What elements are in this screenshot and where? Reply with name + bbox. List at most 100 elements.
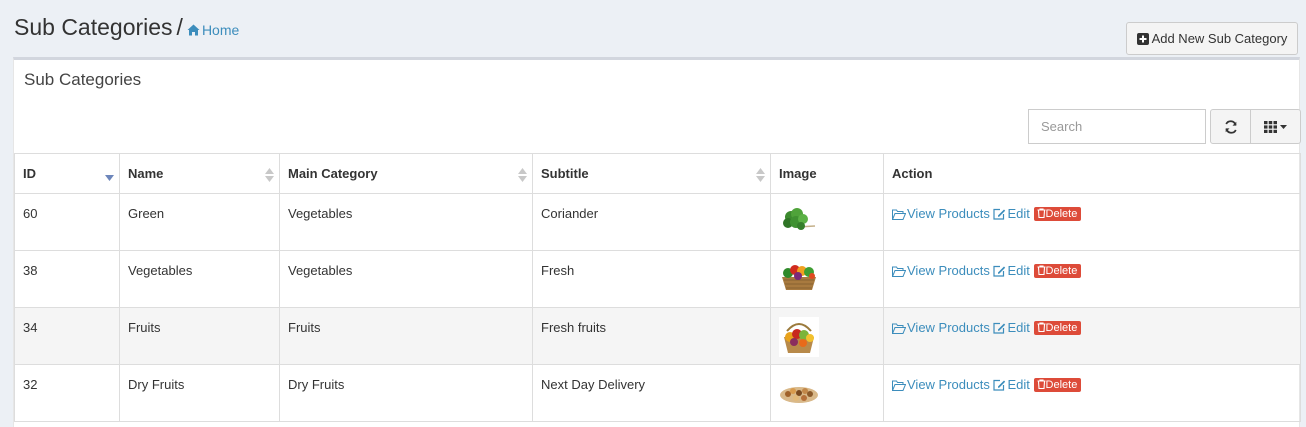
view-products-label: View Products [907,263,990,278]
add-sub-category-label: Add New Sub Category [1151,31,1288,46]
breadcrumb-home-label: Home [201,22,240,38]
view-products-label: View Products [907,206,990,221]
trash-icon [1037,322,1046,333]
cell-main-category: Vegetables [279,250,533,308]
column-header-main-category[interactable]: Main Category [279,153,533,194]
view-products-link[interactable]: View Products [891,206,990,221]
edit-label: Edit [1007,206,1030,221]
trash-icon [1037,208,1046,219]
sort-both-icon [756,168,765,182]
coriander-thumbnail [783,208,816,230]
cell-actions: View Products Edit Delete [883,364,1301,422]
cell-id: 60 [14,193,120,251]
cell-image [770,193,884,251]
column-header-label: Name [128,166,164,181]
edit-link[interactable]: Edit [993,320,1030,335]
cell-actions: View Products Edit Delete [883,307,1301,365]
view-products-label: View Products [907,377,990,392]
cell-subtitle: Coriander [532,193,771,251]
cell-image [770,250,884,308]
edit-label: Edit [1007,263,1030,278]
delete-label: Delete [1045,379,1078,391]
cell-image [770,307,884,365]
cell-name: Green [119,193,280,251]
home-icon [187,24,200,36]
cell-subtitle: Fresh [532,250,771,308]
sort-both-icon [518,168,527,182]
dry-fruits-thumbnail [780,387,818,403]
column-header-label: ID [23,166,36,181]
sub-categories-table: ID Name Main Category Subtitle Image Act… [14,153,1301,422]
column-header-id[interactable]: ID [14,153,120,194]
cell-actions: View Products Edit Delete [883,193,1301,251]
cell-actions: View Products Edit Delete [883,250,1301,308]
sort-desc-icon [105,175,114,181]
sort-both-icon [265,168,274,182]
folder-open-icon [891,380,907,391]
view-products-link[interactable]: View Products [891,263,990,278]
cell-id: 38 [14,250,120,308]
refresh-button[interactable] [1210,109,1251,144]
delete-label: Delete [1045,322,1078,334]
cell-main-category: Vegetables [279,193,533,251]
table-row: 34 Fruits Fruits Fresh fruits View Produ… [14,307,1301,365]
page-title: Sub Categories / Home [14,14,239,41]
delete-label: Delete [1045,265,1078,277]
delete-label: Delete [1045,208,1078,220]
cell-id: 32 [14,364,120,422]
column-header-label: Main Category [288,166,378,181]
delete-button[interactable]: Delete [1033,264,1082,278]
view-products-label: View Products [907,320,990,335]
cell-subtitle: Next Day Delivery [532,364,771,422]
cell-name: Vegetables [119,250,280,308]
cell-name: Dry Fruits [119,364,280,422]
cell-name: Fruits [119,307,280,365]
vegetable-basket-thumbnail [782,265,816,290]
table-header-row: ID Name Main Category Subtitle Image Act… [14,153,1301,194]
edit-icon [993,208,1006,220]
search-input[interactable] [1028,109,1206,144]
delete-button[interactable]: Delete [1033,321,1082,335]
breadcrumb-home-link[interactable]: Home [187,22,239,38]
refresh-icon [1224,119,1237,134]
folder-open-icon [891,323,907,334]
column-header-name[interactable]: Name [119,153,280,194]
cell-subtitle: Fresh fruits [532,307,771,365]
column-header-action: Action [883,153,1301,194]
edit-link[interactable]: Edit [993,206,1030,221]
edit-link[interactable]: Edit [993,263,1030,278]
view-products-link[interactable]: View Products [891,320,990,335]
delete-button[interactable]: Delete [1033,378,1082,392]
trash-icon [1037,265,1046,276]
add-sub-category-button[interactable]: Add New Sub Category [1126,22,1298,55]
edit-label: Edit [1007,377,1030,392]
caret-down-icon [1280,124,1287,129]
cell-main-category: Fruits [279,307,533,365]
delete-button[interactable]: Delete [1033,207,1082,221]
edit-link[interactable]: Edit [993,377,1030,392]
folder-open-icon [891,209,907,220]
edit-icon [993,265,1006,277]
breadcrumb-separator: / [176,14,183,40]
column-header-subtitle[interactable]: Subtitle [532,153,771,194]
table-row: 60 Green Vegetables Coriander View Produ… [14,193,1301,251]
column-header-label: Subtitle [541,166,589,181]
grid-icon [1264,120,1277,133]
cell-image [770,364,884,422]
plus-square-icon [1136,32,1149,45]
columns-toggle-button[interactable] [1250,109,1301,144]
folder-open-icon [891,266,907,277]
edit-label: Edit [1007,320,1030,335]
cell-main-category: Dry Fruits [279,364,533,422]
edit-icon [993,379,1006,391]
trash-icon [1037,379,1046,390]
cell-id: 34 [14,307,120,365]
page-title-text: Sub Categories [14,14,173,40]
column-header-image: Image [770,153,884,194]
view-products-link[interactable]: View Products [891,377,990,392]
column-header-label: Image [779,166,817,181]
table-row: 32 Dry Fruits Dry Fruits Next Day Delive… [14,364,1301,422]
panel-title: Sub Categories [24,70,142,89]
column-header-label: Action [892,166,933,181]
table-row: 38 Vegetables Vegetables Fresh View Prod… [14,250,1301,308]
